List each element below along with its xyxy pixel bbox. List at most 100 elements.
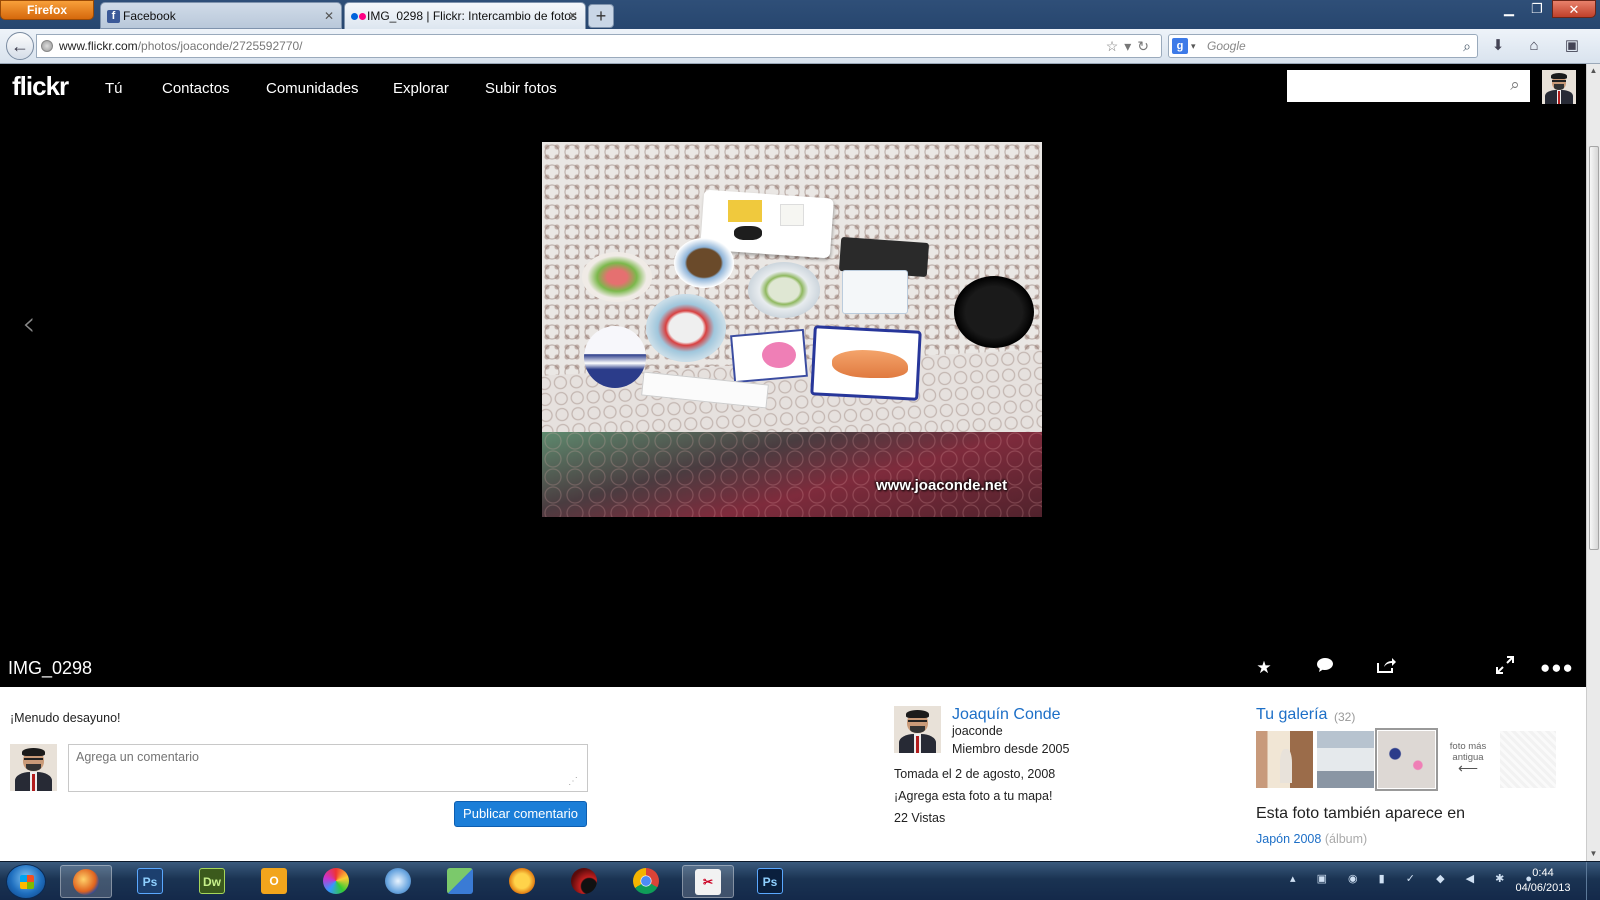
more-options-icon[interactable]: ●●● bbox=[1540, 656, 1573, 680]
addon-menu-icon[interactable]: ▣ bbox=[1560, 35, 1584, 59]
taskbar-photoshop-2[interactable]: Ps bbox=[744, 865, 796, 898]
taskbar-outlook[interactable]: O bbox=[248, 865, 300, 898]
scroll-up-arrow-icon[interactable]: ▲ bbox=[1587, 64, 1600, 78]
start-button[interactable] bbox=[6, 864, 46, 899]
main-photo[interactable]: www.joaconde.net bbox=[542, 142, 1042, 517]
browser-search-input[interactable]: g ▾ Google ⌕ bbox=[1168, 34, 1478, 58]
dreamweaver-icon: Dw bbox=[199, 868, 225, 894]
scrollbar-thumb[interactable] bbox=[1589, 146, 1599, 550]
close-tab-icon[interactable]: ✕ bbox=[324, 3, 334, 28]
back-button[interactable]: ← bbox=[6, 32, 34, 60]
network-icon bbox=[447, 868, 473, 894]
tab-label: IMG_0298 | Flickr: Intercambio de fotos bbox=[367, 9, 577, 23]
owner-member-since: Miembro desde 2005 bbox=[952, 742, 1070, 756]
search-icon[interactable]: ⌕ bbox=[1463, 35, 1471, 57]
clock-date: 04/06/2013 bbox=[1515, 882, 1571, 894]
also-appears-in-heading: Esta foto también aparece en bbox=[1256, 805, 1466, 822]
taskbar-dreamweaver[interactable]: Dw bbox=[186, 865, 238, 898]
chrome-icon bbox=[633, 868, 659, 894]
media-icon bbox=[571, 868, 597, 894]
gallery-placeholder bbox=[1500, 731, 1556, 788]
nav-explorar[interactable]: Explorar bbox=[393, 80, 449, 97]
older-photo-link[interactable]: foto más antigua ⟵ bbox=[1440, 731, 1496, 788]
picasa-icon bbox=[323, 868, 349, 894]
taskbar-messenger[interactable] bbox=[496, 865, 548, 898]
previous-photo-arrow-icon[interactable]: ‹ bbox=[22, 304, 36, 344]
firefox-menu-button[interactable]: Firefox bbox=[0, 0, 94, 20]
favorite-star-icon[interactable]: ★ bbox=[1251, 656, 1277, 680]
album-link[interactable]: Japón 2008 (álbum) bbox=[1256, 832, 1367, 846]
scissors-icon: ✂ bbox=[695, 869, 721, 895]
close-window-button[interactable]: ✕ bbox=[1552, 0, 1596, 18]
gallery-title-link[interactable]: Tu galería bbox=[1256, 706, 1327, 724]
photo-info-panel: ¡Menudo desayuno! ⋰ Publicar comentario … bbox=[0, 687, 1586, 861]
home-icon[interactable]: ⌂ bbox=[1522, 35, 1546, 59]
url-bar[interactable]: www.flickr.com/photos/joaconde/272559277… bbox=[36, 34, 1162, 58]
taskbar-picasa[interactable] bbox=[310, 865, 362, 898]
taskbar-chrome[interactable] bbox=[620, 865, 672, 898]
windows-logo-icon bbox=[20, 875, 34, 889]
taskbar-clock[interactable]: 0:44 04/06/2013 bbox=[1508, 866, 1578, 896]
bookmark-star-icon[interactable]: ☆▾↻ bbox=[1106, 35, 1155, 57]
flickr-page: flickr Tú Contactos Comunidades Explorar… bbox=[0, 64, 1586, 861]
show-desktop-button[interactable] bbox=[1586, 862, 1600, 900]
nav-contactos[interactable]: Contactos bbox=[162, 80, 230, 97]
album-name[interactable]: Japón 2008 bbox=[1256, 832, 1321, 846]
view-count: 22 Vistas bbox=[894, 811, 946, 825]
download-icon[interactable]: ⬇ bbox=[1486, 35, 1510, 59]
arrow-left-icon: ⟵ bbox=[1457, 760, 1479, 776]
fullscreen-icon[interactable] bbox=[1492, 656, 1518, 680]
chevron-down-icon[interactable]: ▾ bbox=[1191, 35, 1196, 57]
owner-avatar[interactable] bbox=[894, 706, 941, 753]
taskbar-photoshop[interactable]: Ps bbox=[124, 865, 176, 898]
flickr-logo[interactable]: flickr bbox=[12, 71, 69, 102]
user-avatar[interactable] bbox=[1542, 70, 1576, 104]
gallery-thumbnail[interactable] bbox=[1317, 731, 1374, 788]
page-scrollbar[interactable]: ▲ ▼ bbox=[1586, 64, 1600, 861]
resize-handle-icon[interactable]: ⋰ bbox=[568, 775, 582, 789]
taskbar-firefox[interactable] bbox=[60, 865, 112, 898]
taskbar-snipping-tool[interactable]: ✂ bbox=[682, 865, 734, 898]
album-tag: (álbum) bbox=[1324, 832, 1368, 846]
compass-icon bbox=[385, 868, 411, 894]
tab-flickr[interactable]: IMG_0298 | Flickr: Intercambio de fotos … bbox=[344, 2, 586, 29]
taskbar-media-app[interactable] bbox=[558, 865, 610, 898]
comment-input[interactable] bbox=[68, 744, 588, 792]
minimize-window-button[interactable]: ▁ bbox=[1494, 0, 1524, 18]
comment-icon[interactable] bbox=[1312, 656, 1338, 680]
scroll-down-arrow-icon[interactable]: ▼ bbox=[1587, 847, 1600, 861]
browser-navbar: ← www.flickr.com/photos/joaconde/2725592… bbox=[0, 29, 1600, 64]
gallery-thumbnail[interactable] bbox=[1256, 731, 1313, 788]
search-icon[interactable]: ⌕ bbox=[1504, 74, 1526, 96]
browser-tabstrip: Firefox f Facebook ✕ IMG_0298 | Flickr: … bbox=[0, 0, 1600, 29]
photo-title: IMG_0298 bbox=[8, 658, 93, 678]
nav-comunidades[interactable]: Comunidades bbox=[266, 80, 359, 97]
outlook-icon: O bbox=[261, 868, 287, 894]
owner-name-link[interactable]: Joaquín Conde bbox=[952, 706, 1061, 724]
firefox-icon bbox=[73, 869, 99, 895]
photo-description: ¡Menudo desayuno! bbox=[10, 711, 121, 725]
post-comment-button[interactable]: Publicar comentario bbox=[454, 801, 587, 827]
new-tab-button[interactable]: + bbox=[588, 4, 614, 28]
add-to-map-link[interactable]: ¡Agrega esta foto a tu mapa! bbox=[894, 789, 1052, 803]
nav-subir-fotos[interactable]: Subir fotos bbox=[485, 80, 557, 97]
close-tab-icon[interactable]: ✕ bbox=[568, 3, 578, 29]
flickr-search-input[interactable] bbox=[1287, 70, 1530, 102]
date-taken[interactable]: Tomada el 2 de agosto, 2008 bbox=[894, 767, 1055, 781]
commenter-avatar[interactable] bbox=[10, 744, 57, 791]
search-placeholder: Google bbox=[1207, 39, 1246, 53]
taskbar-safari[interactable] bbox=[372, 865, 424, 898]
share-icon[interactable] bbox=[1373, 656, 1399, 680]
gallery-thumbnail-current[interactable] bbox=[1375, 728, 1438, 791]
windows-taskbar: Ps Dw O ✂ Ps ▴ ▣ ◉ ▮ ✓ ◆ ◀ ✱ ● 0:44 04/0… bbox=[0, 861, 1600, 900]
url-path: /photos/joaconde/2725592770/ bbox=[137, 39, 303, 53]
tab-facebook[interactable]: f Facebook ✕ bbox=[100, 2, 342, 29]
restore-window-button[interactable]: ❐ bbox=[1522, 0, 1552, 18]
google-icon[interactable]: g bbox=[1172, 38, 1188, 54]
taskbar-network-tool[interactable] bbox=[434, 865, 486, 898]
nav-tu[interactable]: Tú bbox=[105, 80, 123, 97]
tab-label: Facebook bbox=[123, 9, 176, 23]
gallery-count: (32) bbox=[1334, 710, 1356, 724]
site-identity-icon[interactable] bbox=[41, 40, 53, 52]
system-tray-icons[interactable]: ▴ ▣ ◉ ▮ ✓ ◆ ◀ ✱ ● bbox=[1290, 872, 1541, 885]
